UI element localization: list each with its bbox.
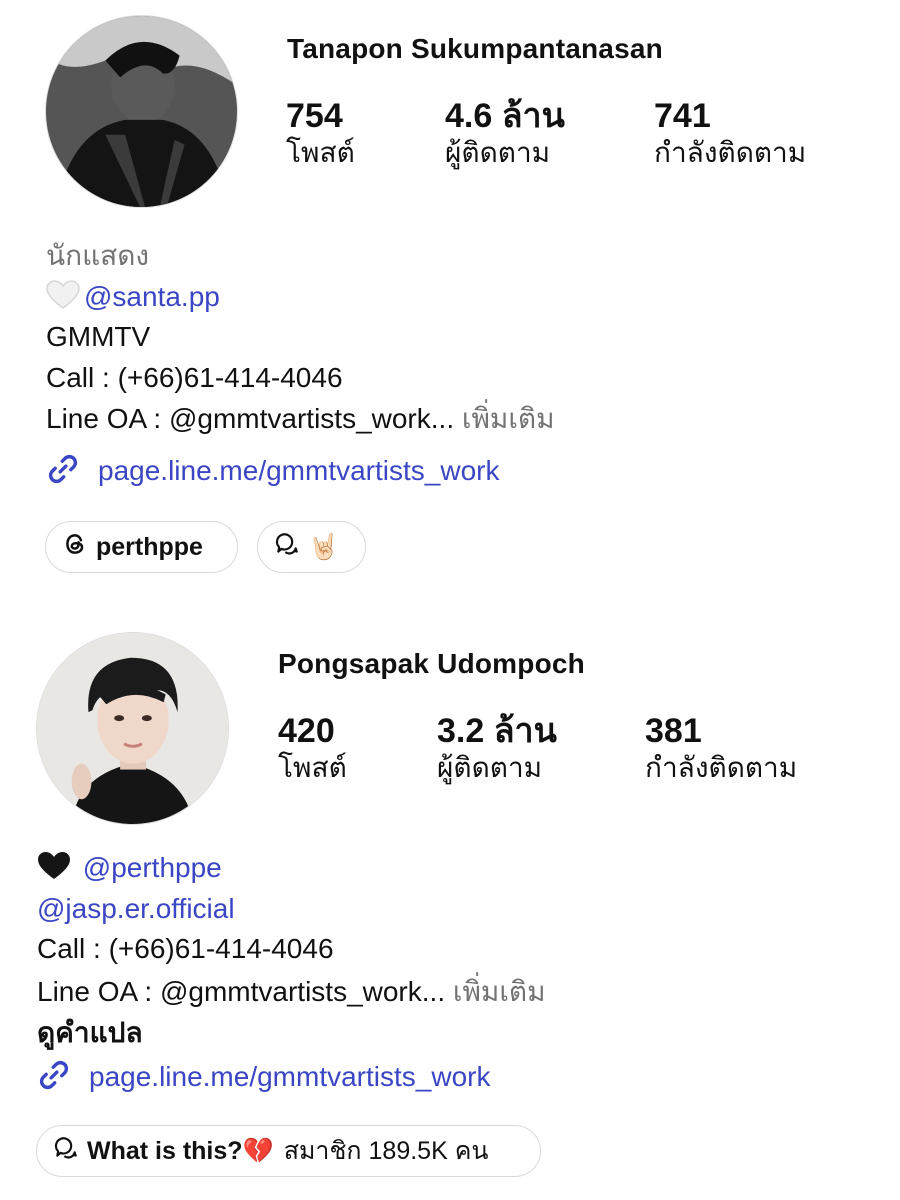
broadcast-channel-label: What is this?💔	[87, 1136, 274, 1165]
broadcast-channel-chip[interactable]: What is this?💔 สมาชิก 189.5K คน	[36, 1125, 541, 1177]
external-link[interactable]: page.line.me/gmmtvartists_work	[46, 452, 499, 495]
bio-line-oa: Line OA : @gmmtvartists_work... เพิ่มเติ…	[46, 401, 555, 437]
avatar-photo	[46, 16, 237, 207]
profile-header-tanapon: Tanapon Sukumpantanasan 754 โพสต์ 4.6 ล้…	[0, 0, 900, 600]
followers-label: ผู้ติดตาม	[437, 752, 543, 783]
broadcast-channel-label: 🤘🏻	[308, 532, 340, 561]
following-count: 741	[654, 97, 711, 135]
posts-label: โพสต์	[286, 137, 355, 168]
profile-avatar[interactable]	[36, 632, 229, 825]
broadcast-channel-members: สมาชิก 189.5K คน	[283, 1137, 489, 1165]
posts-stat[interactable]: 754 โพสต์	[286, 96, 355, 170]
threads-chip-label: perthppe	[96, 532, 203, 561]
broadcast-channel-icon	[53, 1135, 79, 1168]
posts-label: โพสต์	[278, 752, 347, 783]
profile-name: Pongsapak Udompoch	[278, 648, 585, 679]
avatar-photo	[37, 633, 228, 824]
santa-mention-link[interactable]: @santa.pp	[84, 281, 220, 312]
followers-count: 4.6 ล้าน	[445, 97, 565, 135]
link-icon	[46, 452, 80, 495]
jasper-mention-link[interactable]: @jasp.er.official	[37, 891, 235, 927]
posts-count: 420	[278, 712, 335, 750]
following-label: กำลังติดตาม	[654, 137, 807, 168]
profile-name: Tanapon Sukumpantanasan	[287, 33, 663, 64]
followers-stat[interactable]: 4.6 ล้าน ผู้ติดตาม	[445, 96, 565, 170]
following-count: 381	[645, 712, 702, 750]
following-label: กำลังติดตาม	[645, 752, 798, 783]
followers-label: ผู้ติดตาม	[445, 137, 551, 168]
followers-count: 3.2 ล้าน	[437, 712, 557, 750]
bio-mention-line: @santa.pp	[46, 279, 220, 319]
broadcast-channel-chip[interactable]: 🤘🏻	[257, 521, 366, 573]
bio-call: Call : (+66)61-414-4046	[37, 933, 334, 964]
bio-mention-line: @perthppe	[37, 850, 222, 890]
threads-icon	[62, 531, 88, 564]
bio-call: Call : (+66)61-414-4046	[46, 362, 343, 393]
see-translation-button[interactable]: ดูคำแปล	[37, 1015, 143, 1051]
external-link-text: page.line.me/gmmtvartists_work	[98, 455, 500, 486]
profile-category: นักแสดง	[46, 240, 150, 271]
white-heart-icon	[46, 280, 80, 319]
following-stat[interactable]: 741 กำลังติดตาม	[654, 96, 806, 170]
black-heart-icon	[37, 851, 71, 890]
see-more-button[interactable]: เพิ่มเติม	[462, 403, 555, 434]
bio-text: GMMTV	[46, 321, 151, 352]
external-link[interactable]: page.line.me/gmmtvartists_work	[37, 1058, 490, 1101]
following-stat[interactable]: 381 กำลังติดตาม	[645, 711, 797, 785]
link-icon	[37, 1058, 71, 1101]
threads-chip[interactable]: perthppe	[45, 521, 238, 573]
line-oa-text: Line OA : @gmmtvartists_work...	[37, 976, 446, 1007]
external-link-text: page.line.me/gmmtvartists_work	[89, 1061, 491, 1092]
posts-stat[interactable]: 420 โพสต์	[278, 711, 347, 785]
posts-count: 754	[286, 97, 343, 135]
perthppe-mention-link[interactable]: @perthppe	[83, 852, 222, 883]
see-more-button[interactable]: เพิ่มเติม	[453, 976, 546, 1007]
followers-stat[interactable]: 3.2 ล้าน ผู้ติดตาม	[437, 711, 557, 785]
broadcast-channel-icon	[274, 531, 300, 564]
profile-header-pongsapak: Pongsapak Udompoch 420 โพสต์ 3.2 ล้าน ผู…	[0, 615, 900, 1200]
line-oa-text: Line OA : @gmmtvartists_work...	[46, 403, 455, 434]
bio-line-oa: Line OA : @gmmtvartists_work... เพิ่มเติ…	[37, 974, 546, 1010]
profile-avatar[interactable]	[45, 15, 238, 208]
